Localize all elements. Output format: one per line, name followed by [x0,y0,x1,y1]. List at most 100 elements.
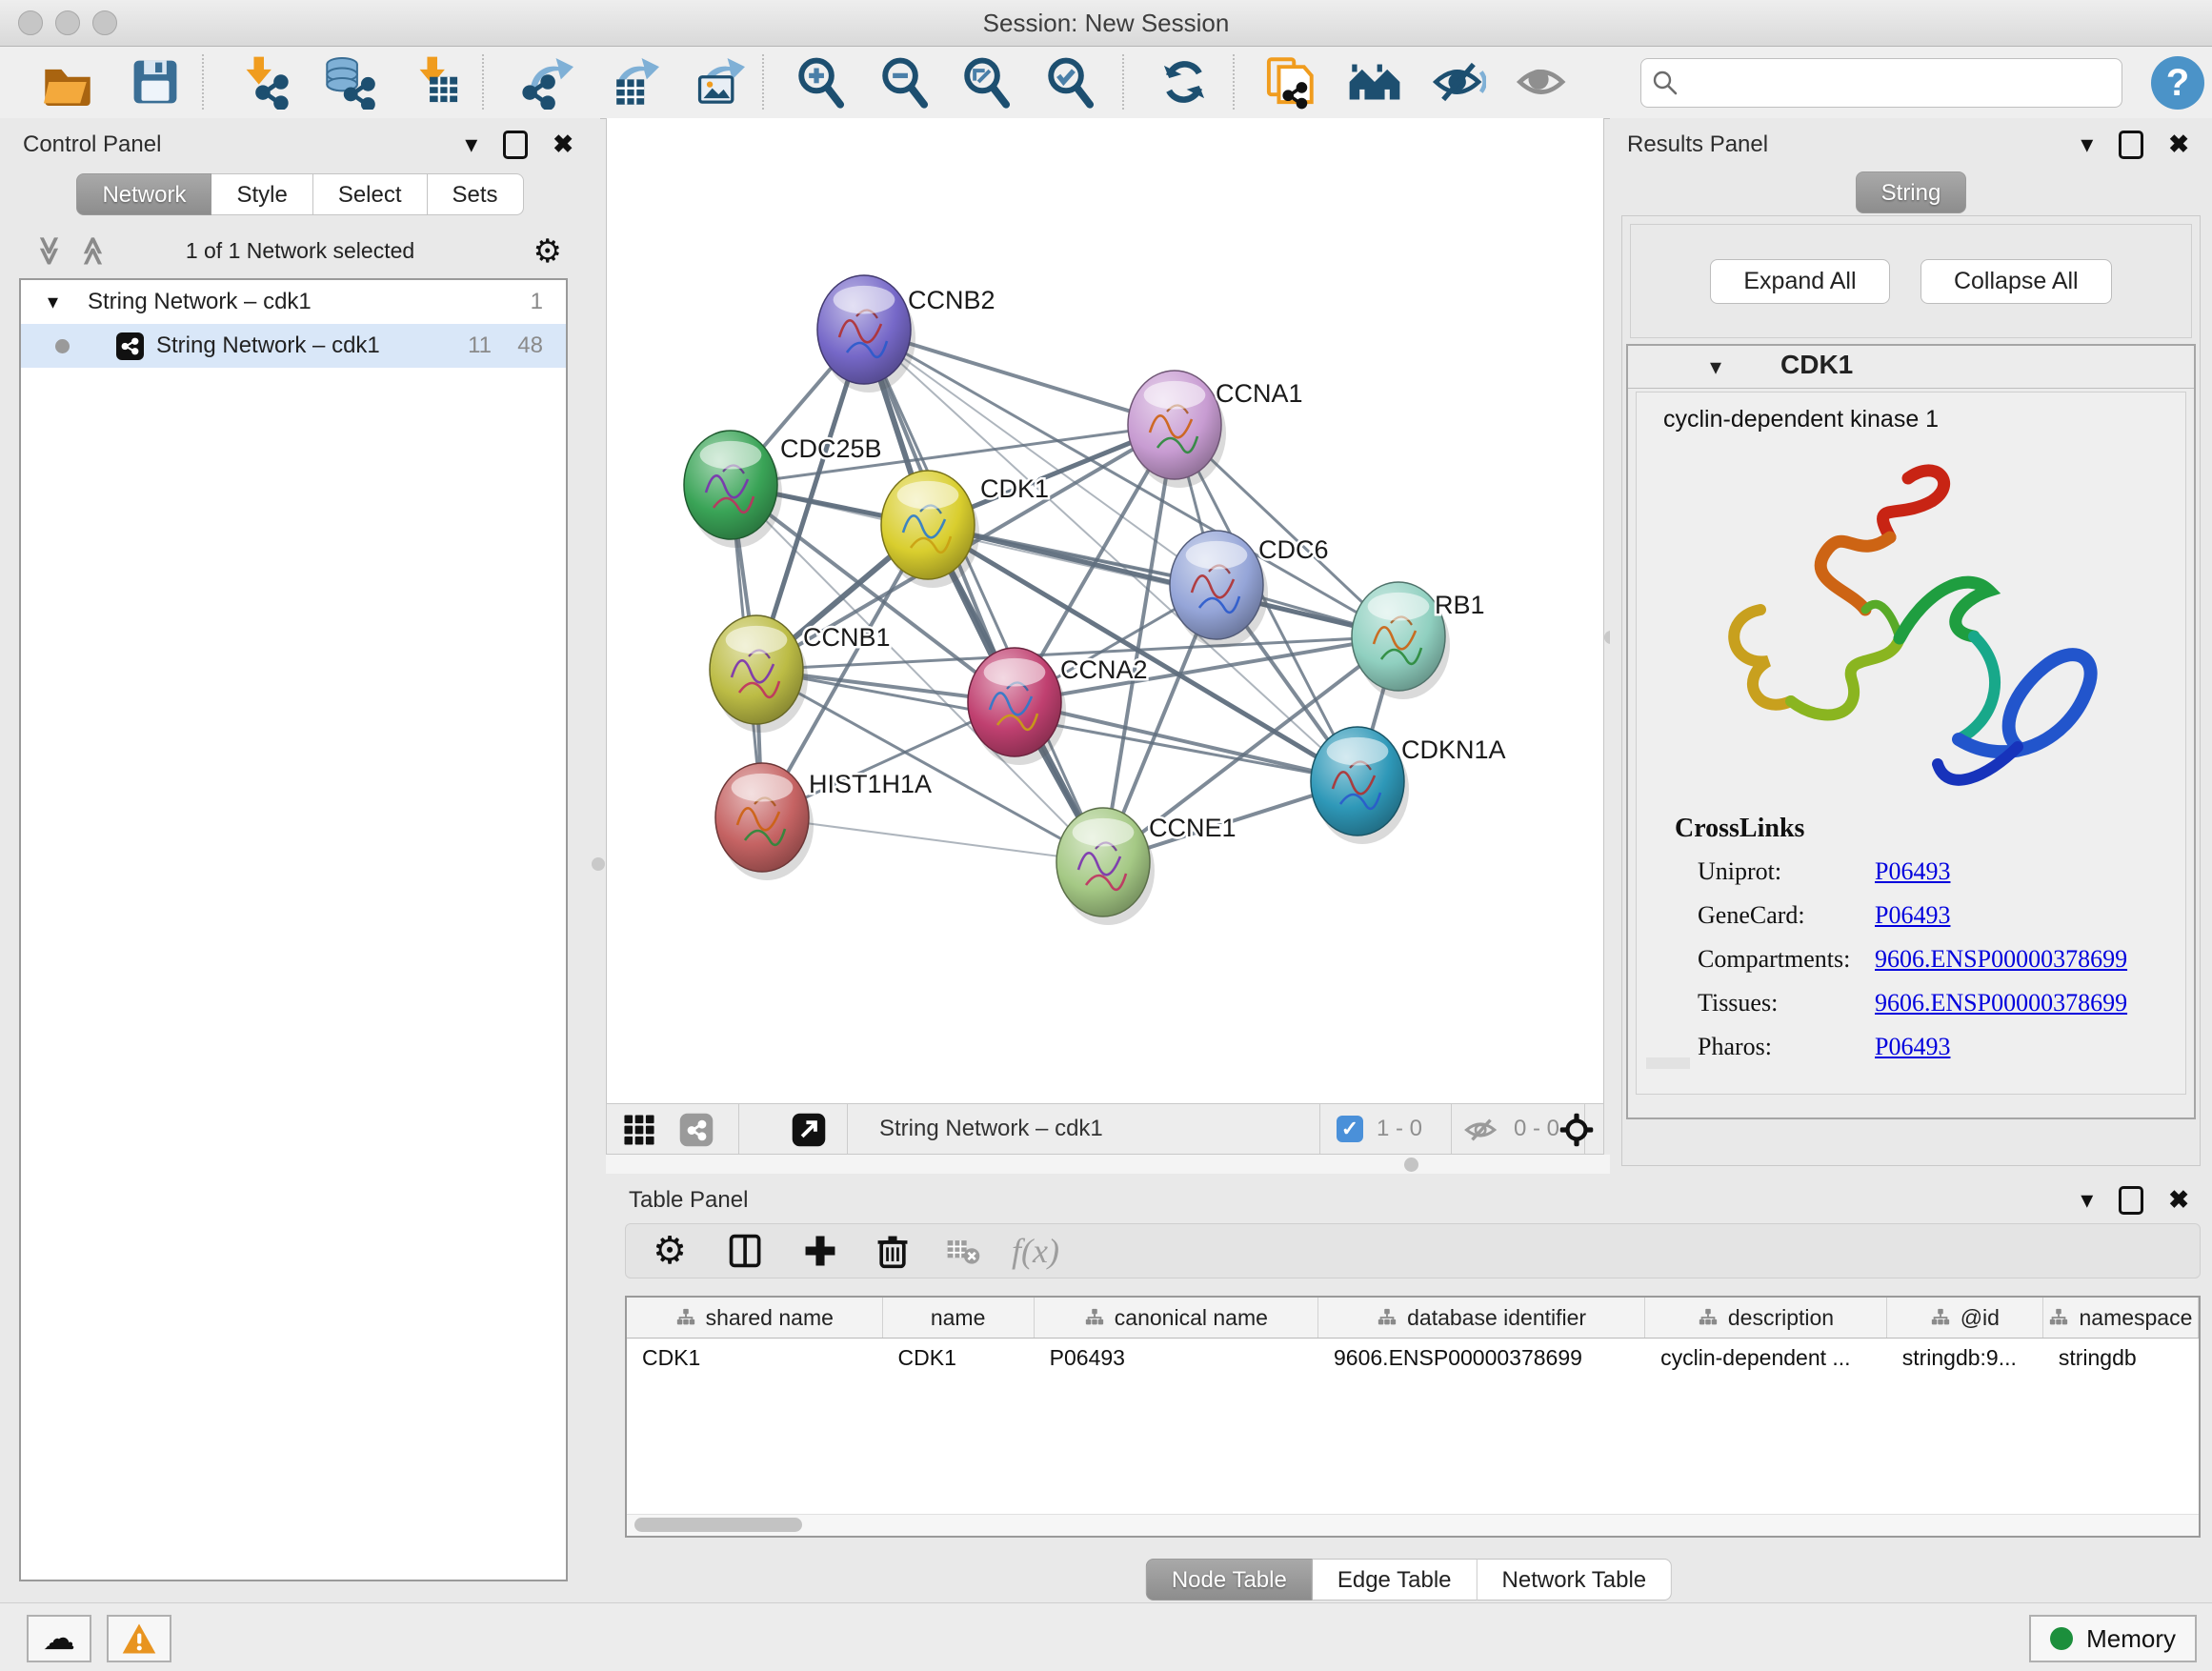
tab-edge-table[interactable]: Edge Table [1313,1559,1478,1601]
network-node-CDC25B[interactable]: CDC25B [684,431,882,548]
detach-view-icon[interactable] [790,1111,828,1149]
import-network-database-icon[interactable] [320,52,379,111]
cloud-button[interactable]: ☁ [27,1615,91,1662]
delete-column-icon[interactable] [872,1230,914,1272]
network-node-HIST1H1A[interactable]: HIST1H1A [715,763,932,880]
apply-layout-icon[interactable] [1155,52,1214,111]
column-header-shared-name[interactable]: shared name [627,1298,883,1338]
scrollbar-thumb[interactable] [634,1518,802,1532]
crosslink-value-link[interactable]: P06493 [1875,857,1950,886]
column-header-namespace[interactable]: namespace [2043,1298,2199,1338]
collapse-collection-icon[interactable]: ▾ [48,280,58,324]
tab-sets[interactable]: Sets [428,173,524,215]
show-hidden-icon[interactable] [1513,52,1572,111]
collapse-entry-icon[interactable]: ▾ [1710,353,1721,381]
network-edge[interactable] [1015,702,1357,781]
function-builder-icon[interactable]: f(x) [1015,1230,1056,1272]
network-node-CDKN1A[interactable]: CDKN1A [1311,727,1506,844]
string-home-icon[interactable] [1345,52,1404,111]
clone-network-icon[interactable] [1259,52,1318,111]
crosslink-value-link[interactable]: 9606.ENSP00000378699 [1875,989,2127,1017]
left-splitter-handle[interactable] [592,857,605,871]
table-body: CDK1CDK1P064939606.ENSP00000378699cyclin… [627,1339,2199,1377]
table-cell[interactable]: stringdb:9... [1887,1339,2043,1377]
network-node-CDK1[interactable]: CDK1 [881,471,1049,588]
table-cell[interactable]: CDK1 [627,1339,883,1377]
table-cell[interactable]: P06493 [1035,1339,1318,1377]
column-header-canonical-name[interactable]: canonical name [1035,1298,1318,1338]
node-label: CCNE1 [1149,814,1237,842]
view-toolbar-separator [738,1104,739,1154]
maximize-panel-icon[interactable] [2119,131,2143,159]
network-node-CDC6[interactable]: CDC6 [1170,531,1329,648]
column-header-@id[interactable]: @id [1887,1298,2043,1338]
column-header-database-identifier[interactable]: database identifier [1318,1298,1645,1338]
close-panel-icon[interactable]: ✖ [2168,130,2189,159]
zoom-selected-icon[interactable] [1040,52,1099,111]
import-network-file-icon[interactable] [234,52,293,111]
birds-eye-grid-icon[interactable] [620,1111,658,1149]
column-header-description[interactable]: description [1645,1298,1887,1338]
entry-header[interactable]: ▾ CDK1 [1628,346,2194,389]
crosslink-value-link[interactable]: P06493 [1875,1033,1950,1061]
table-cell[interactable]: stringdb [2043,1339,2199,1377]
selected-checkbox-icon[interactable]: ✓ [1337,1116,1363,1142]
table-horizontal-scrollbar[interactable] [627,1514,2199,1536]
tab-node-table[interactable]: Node Table [1146,1559,1313,1601]
network-overview-icon[interactable] [677,1111,715,1149]
search-input[interactable] [1689,69,2122,97]
open-session-icon[interactable] [38,52,97,111]
close-panel-icon[interactable]: ✖ [2168,1185,2189,1215]
network-canvas[interactable]: CCNB2CCNA1CDC25BCDK1CDC6RB1CCNB1CCNA2CDK… [607,118,1603,1101]
string-results-tab[interactable]: String [1856,171,1967,213]
crosslink-value-link[interactable]: 9606.ENSP00000378699 [1875,945,2127,974]
zoom-in-icon[interactable] [791,52,850,111]
tab-network[interactable]: Network [76,173,211,215]
export-image-icon[interactable] [688,52,747,111]
expand-all-button[interactable]: Expand All [1710,259,1889,304]
column-header-name[interactable]: name [883,1298,1035,1338]
delete-table-icon[interactable] [942,1230,984,1272]
maximize-panel-icon[interactable] [2119,1186,2143,1215]
help-icon[interactable]: ? [2151,56,2204,110]
export-table-icon[interactable] [602,52,661,111]
network-view[interactable]: CCNB2CCNA1CDC25BCDK1CDC6RB1CCNB1CCNA2CDK… [606,118,1604,1103]
splitter-dot[interactable] [1404,1158,1418,1172]
fit-selected-crosshair-icon[interactable] [1558,1111,1596,1149]
table-cell[interactable]: 9606.ENSP00000378699 [1318,1339,1645,1377]
network-row-selected[interactable]: String Network – cdk1 11 48 [21,324,566,368]
tab-style[interactable]: Style [211,173,312,215]
table-row[interactable]: CDK1CDK1P064939606.ENSP00000378699cyclin… [627,1339,2199,1377]
show-columns-icon[interactable] [725,1230,767,1272]
save-session-icon[interactable] [126,52,185,111]
warnings-button[interactable] [107,1615,171,1662]
export-network-icon[interactable] [516,52,575,111]
import-table-icon[interactable] [408,52,467,111]
network-edge-count: 48 [517,324,543,368]
add-column-icon[interactable] [799,1230,841,1272]
network-node-CCNB2[interactable]: CCNB2 [817,275,995,393]
scrollbar-stub[interactable] [1646,1057,1690,1069]
network-node-RB1[interactable]: RB1 [1352,582,1485,699]
crosslink-value-link[interactable]: P06493 [1875,901,1950,930]
crosslink-label: Compartments: [1698,945,1850,974]
network-collection-row[interactable]: ▾ String Network – cdk1 1 [21,280,566,324]
float-panel-icon[interactable]: ▾ [465,130,477,159]
zoom-fit-icon[interactable] [956,52,1016,111]
memory-button[interactable]: Memory [2029,1615,2197,1662]
close-panel-icon[interactable]: ✖ [553,130,573,159]
hide-unselected-icon[interactable] [1429,52,1488,111]
zoom-out-icon[interactable] [875,52,934,111]
table-cell[interactable]: CDK1 [883,1339,1035,1377]
table-settings-gear-icon[interactable]: ⚙ [649,1230,691,1272]
network-node-CCNA1[interactable]: CCNA1 [1128,371,1303,488]
collapse-all-button[interactable]: Collapse All [1920,259,2112,304]
network-node-CCNE1[interactable]: CCNE1 [1056,808,1237,925]
maximize-panel-icon[interactable] [503,131,528,159]
tab-network-table[interactable]: Network Table [1478,1559,1673,1601]
network-options-gear-icon[interactable]: ⚙ [533,232,562,271]
table-cell[interactable]: cyclin-dependent ... [1645,1339,1887,1377]
float-panel-icon[interactable]: ▾ [2081,130,2093,159]
tab-select[interactable]: Select [313,173,428,215]
float-panel-icon[interactable]: ▾ [2081,1185,2093,1215]
